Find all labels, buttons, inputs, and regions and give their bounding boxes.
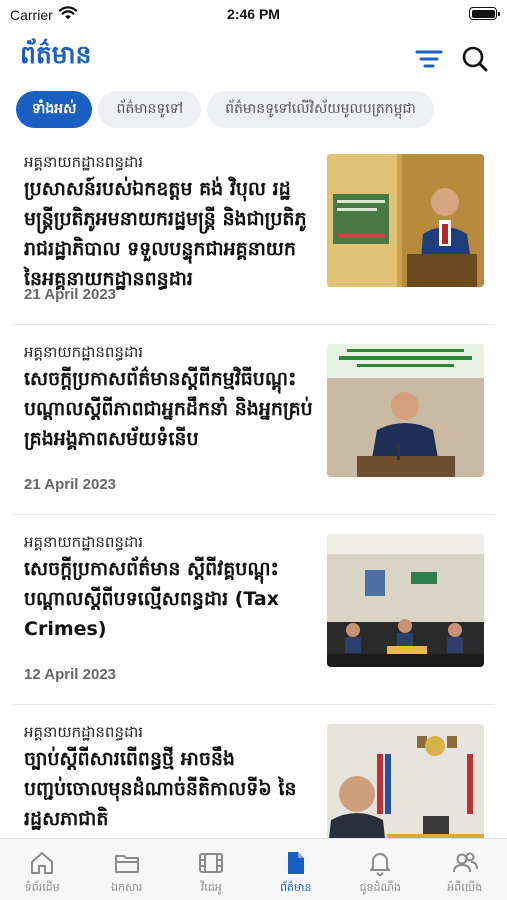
bottom-tab-bar: ទំព័រដើម ឯកសារ វីដេអូ ព័ត៌មាន ជូនដំណឹង អ… xyxy=(0,838,507,900)
news-title: ប្រសាសន៍របស់ឯកឧត្តម គង់ វិបុល រដ្ឋមន្ត្រ… xyxy=(24,178,307,290)
tab-about[interactable]: អំពីយើង xyxy=(423,839,507,900)
news-date: 12 April 2023 xyxy=(24,666,116,683)
news-category: អគ្គនាយកដ្ឋានពន្ធដារ xyxy=(24,723,144,741)
news-item[interactable]: អគ្គនាយកដ្ឋានពន្ធដារ សេចក្តីប្រកាសព័ត៌មា… xyxy=(0,328,507,518)
tab-about-label: អំពីយើង xyxy=(447,881,483,894)
news-date: 21 April 2023 xyxy=(24,286,116,303)
search-icon[interactable] xyxy=(460,44,490,74)
tab-notifications-label: ជូនដំណឹង xyxy=(359,881,401,894)
news-text: អគ្គនាយកដ្ឋានពន្ធដារ សេចក្តីប្រកាសព័ត៌មា… xyxy=(24,340,314,454)
tab-news[interactable]: ព័ត៌មាន xyxy=(254,839,339,900)
status-time: 2:46 PM xyxy=(227,6,280,22)
news-list: អគ្គនាយកដ្ឋានពន្ធដារ ប្រសាសន៍របស់ឯកឧត្តម… xyxy=(0,138,507,838)
tab-documents[interactable]: ឯកសារ xyxy=(85,839,170,900)
tab-documents-label: ឯកសារ xyxy=(111,881,143,894)
battery-icon xyxy=(469,7,500,20)
news-category: អគ្គនាយកដ្ឋានពន្ធដារ xyxy=(24,533,144,551)
news-category: អគ្គនាយកដ្ឋានពន្ធដារ xyxy=(24,153,144,171)
divider xyxy=(12,514,495,515)
film-icon xyxy=(199,853,224,873)
tab-general-news[interactable]: ព័ត៌មានទូទៅ xyxy=(98,91,202,128)
news-thumbnail xyxy=(327,724,484,838)
news-thumbnail xyxy=(327,344,484,477)
news-text: អគ្គនាយកដ្ឋានពន្ធដារ ប្រសាសន៍របស់ឯកឧត្តម… xyxy=(24,150,314,294)
news-text: អគ្គនាយកដ្ឋានពន្ធដារ សេចក្តីប្រកាសព័ត៌មា… xyxy=(24,530,314,644)
folder-icon xyxy=(114,855,139,873)
tab-home[interactable]: ទំព័រដើម xyxy=(0,839,85,900)
news-thumbnail xyxy=(327,534,484,667)
tab-videos[interactable]: វីដេអូ xyxy=(169,839,254,900)
app-header: ព័ត៌មាន xyxy=(0,34,507,82)
category-tabs: ទាំងអស់ ព័ត៌មានទូទៅ ព័ត៌មានទូទៅលើវិស័យមូ… xyxy=(16,91,434,128)
tab-home-label: ទំព័រដើម xyxy=(24,881,60,894)
tab-videos-label: វីដេអូ xyxy=(200,881,222,894)
tab-notifications[interactable]: ជូនដំណឹង xyxy=(338,839,423,900)
home-icon xyxy=(31,852,54,874)
news-title: ច្បាប់ស្តីពីសារពើពន្ធថ្មី អាចនឹងបញ្ជប់ចោ… xyxy=(24,748,297,830)
status-bar: Carrier 2:46 PM xyxy=(0,0,507,30)
filter-icon[interactable] xyxy=(414,44,444,74)
tab-all[interactable]: ទាំងអស់ xyxy=(16,91,93,128)
tab-news-label: ព័ត៌មាន xyxy=(280,881,312,894)
news-date: 21 April 2023 xyxy=(24,476,116,493)
news-text: អគ្គនាយកដ្ឋានពន្ធដារ ច្បាប់ស្តីពីសារពើពន… xyxy=(24,720,314,834)
news-thumbnail xyxy=(327,154,484,287)
news-item[interactable]: អគ្គនាយកដ្ឋានពន្ធដារ ប្រសាសន៍របស់ឯកឧត្តម… xyxy=(0,138,507,328)
news-item[interactable]: អគ្គនាយកដ្ឋានពន្ធដារ ច្បាប់ស្តីពីសារពើពន… xyxy=(0,708,507,838)
divider xyxy=(12,704,495,705)
divider xyxy=(12,324,495,325)
tab-securities-news[interactable]: ព័ត៌មានទូទៅលើវិស័យមូលបត្រកម្ពុជា xyxy=(207,91,434,128)
news-category: អគ្គនាយកដ្ឋានពន្ធដារ xyxy=(24,343,144,361)
news-title: សេចក្តីប្រកាសព័ត៌មាន ស្តីពីវគ្គបណ្តុះបណ្… xyxy=(24,558,279,640)
news-item[interactable]: អគ្គនាយកដ្ឋានពន្ធដារ សេចក្តីប្រកាសព័ត៌មា… xyxy=(0,518,507,708)
bell-icon xyxy=(370,853,391,876)
people-icon xyxy=(452,852,478,873)
page-title: ព័ត៌មាន xyxy=(20,40,92,69)
document-icon xyxy=(287,852,304,874)
news-title: សេចក្តីប្រកាសព័ត៌មានស្តីពីកម្មវិធីបណ្តុះ… xyxy=(24,368,313,450)
